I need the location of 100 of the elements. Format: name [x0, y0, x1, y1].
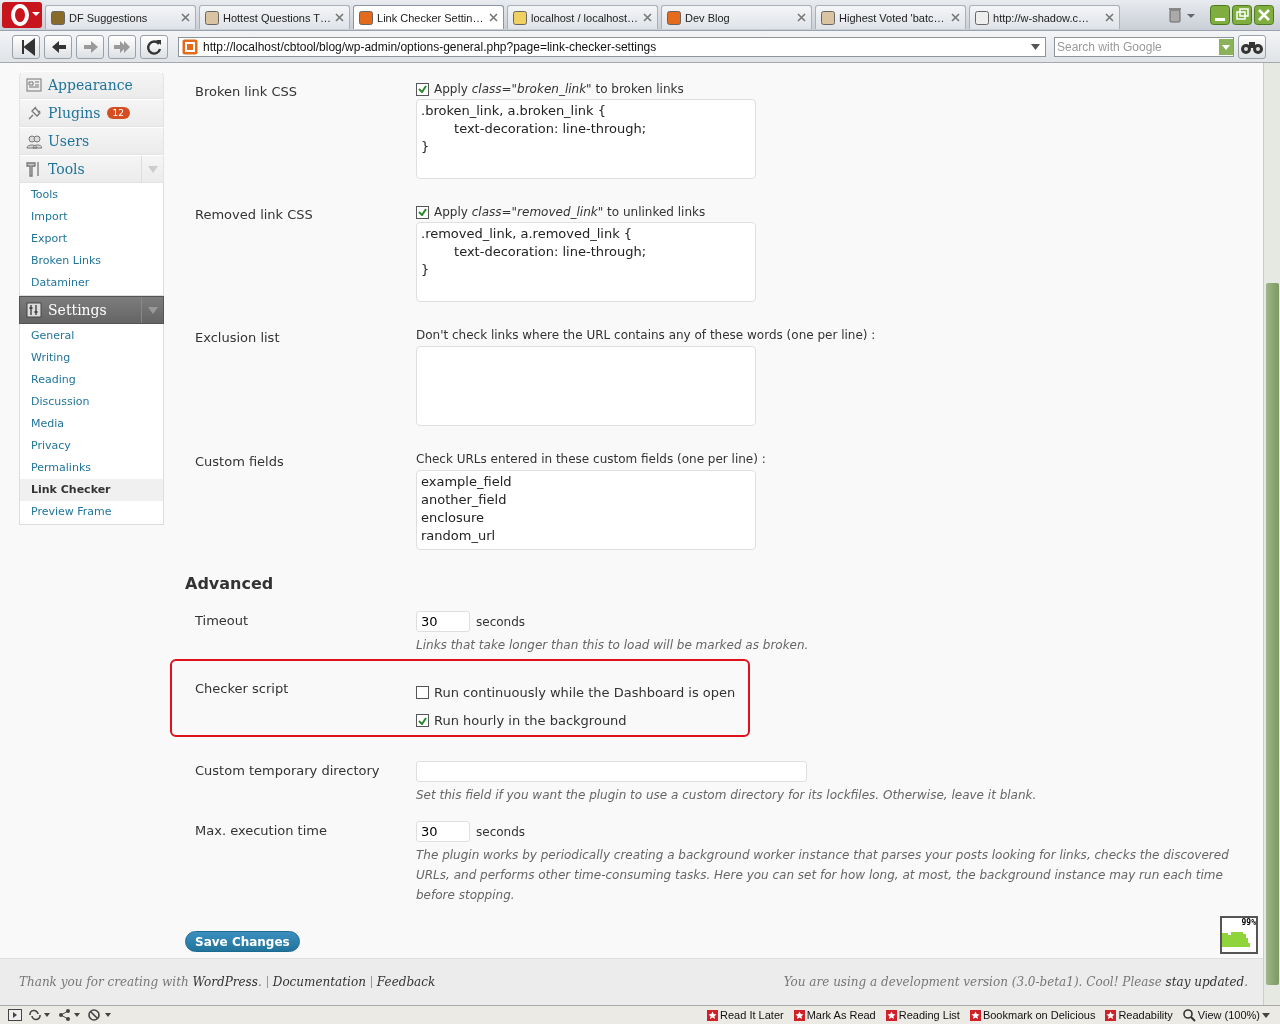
- sidebar-menu-item[interactable]: Tools: [19, 155, 164, 183]
- submenu-item[interactable]: Dataminer: [20, 272, 163, 294]
- setting-label: Max. execution time: [194, 822, 328, 840]
- setting-label: Custom temporary directory: [194, 762, 381, 780]
- update-count-badge: 12: [106, 107, 130, 119]
- submenu-item[interactable]: Privacy: [20, 435, 163, 457]
- sidebar-menu-item[interactable]: Appearance: [19, 71, 164, 99]
- submenu-item[interactable]: Broken Links: [20, 250, 163, 272]
- bookmarklet-button[interactable]: Readability: [1103, 1009, 1175, 1021]
- address-field[interactable]: http://localhost/cbtool/blog/wp-admin/options-general.php?page=link-checker-settings: [178, 36, 1046, 57]
- checkbox-label: Run hourly in the background: [434, 713, 627, 728]
- browser-tab[interactable]: Link Checker Settin…: [353, 5, 504, 29]
- footer-link[interactable]: Documentation: [272, 975, 366, 989]
- footer-link[interactable]: WordPress: [192, 975, 258, 989]
- checkbox-label: Apply class="removed_link" to unlinked links: [434, 205, 706, 219]
- checkbox[interactable]: [416, 205, 429, 219]
- sync-icon[interactable]: [28, 1009, 52, 1021]
- search-field[interactable]: Search with Google: [1054, 36, 1234, 57]
- page-icon: [821, 10, 835, 25]
- dropdown-icon: [1219, 38, 1233, 55]
- checkbox[interactable]: [416, 82, 429, 96]
- star-icon: [1105, 1009, 1117, 1021]
- dropdown-icon: [1031, 43, 1040, 50]
- submenu-item[interactable]: Writing: [20, 347, 163, 369]
- checkmark-icon: [418, 208, 427, 216]
- submenu-item[interactable]: Preview Frame: [20, 501, 163, 523]
- submenu-item[interactable]: Reading: [20, 369, 163, 391]
- blocked-icon[interactable]: [88, 1009, 114, 1021]
- close-icon[interactable]: [181, 13, 190, 22]
- meter-reading: 99%: [1241, 918, 1256, 927]
- page-icon: [975, 10, 989, 25]
- submenu-item[interactable]: Import: [20, 206, 163, 228]
- rewind-button[interactable]: [12, 34, 40, 59]
- close-icon[interactable]: [1105, 13, 1114, 22]
- close-icon[interactable]: [1254, 5, 1274, 25]
- back-button[interactable]: [44, 34, 72, 59]
- setting-label: Removed link CSS: [194, 206, 314, 224]
- page-icon: [51, 10, 65, 25]
- dropdown-icon: [1262, 1012, 1270, 1018]
- browser-tab[interactable]: Dev Blog: [661, 5, 812, 29]
- sidebar-menu-item[interactable]: Settings: [19, 296, 164, 324]
- number-field[interactable]: 30: [416, 821, 470, 842]
- bookmarklet-button[interactable]: Bookmark on Delicious: [967, 1009, 1098, 1021]
- text-field[interactable]: [416, 761, 807, 782]
- panel-toggle-icon[interactable]: [8, 1009, 22, 1021]
- bookmarklet-button[interactable]: Mark As Read: [791, 1009, 878, 1021]
- checkmark-icon: [418, 716, 427, 725]
- close-icon[interactable]: [335, 13, 344, 22]
- submenu-item[interactable]: Discussion: [20, 391, 163, 413]
- browser-tab[interactable]: Hottest Questions T…: [199, 5, 350, 29]
- sidebar-menu-item[interactable]: Users: [19, 127, 164, 155]
- checkbox[interactable]: [416, 714, 429, 727]
- restore-icon[interactable]: [1232, 5, 1252, 25]
- footer-credit: Thank you for creating with WordPress.: [19, 975, 262, 989]
- browser-tab[interactable]: http://w-shadow.c…: [969, 5, 1120, 29]
- browser-logo-icon[interactable]: [2, 2, 42, 28]
- text-area-field[interactable]: [416, 346, 756, 426]
- tools-icon: [26, 161, 42, 177]
- page-icon: [205, 10, 219, 25]
- page-icon: [359, 10, 373, 25]
- submenu-item[interactable]: Permalinks: [20, 457, 163, 479]
- field-description: Don't check links where the URL contains any of these words (one per line) :: [416, 328, 876, 342]
- page-icon: [182, 38, 198, 55]
- save-changes-button[interactable]: Save Changes: [185, 931, 300, 952]
- css-code-field[interactable]: .removed_link, a.removed_link { text-decoration: line-through; }: [416, 222, 756, 302]
- page-icon: [667, 10, 681, 25]
- checkbox[interactable]: [416, 686, 429, 699]
- close-icon[interactable]: [797, 13, 806, 22]
- caret-icon: [147, 306, 158, 314]
- submenu-item[interactable]: Tools: [20, 184, 163, 206]
- css-code-field[interactable]: .broken_link, a.broken_link { text-decoration: line-through; }: [416, 99, 756, 179]
- text-area-field[interactable]: example_field another_field enclosure random_url: [416, 470, 756, 550]
- field-description: Links that take longer than this to load will be marked as broken.: [416, 637, 810, 654]
- close-icon[interactable]: [951, 13, 960, 22]
- sidebar-menu-item[interactable]: Plugins 12: [19, 99, 164, 127]
- submenu-item[interactable]: Media: [20, 413, 163, 435]
- share-icon[interactable]: [58, 1009, 82, 1021]
- browser-tab[interactable]: Highest Voted 'batc…: [815, 5, 966, 29]
- layout-icon: [26, 77, 42, 93]
- submenu-item[interactable]: General: [20, 325, 163, 347]
- number-field[interactable]: 30: [416, 611, 470, 632]
- trash-icon[interactable]: [1167, 7, 1197, 23]
- zoom-button[interactable]: View (100%): [1180, 1008, 1272, 1022]
- browser-tab[interactable]: localhost / localhost…: [507, 5, 658, 29]
- close-icon[interactable]: [643, 13, 652, 22]
- minimize-icon[interactable]: [1210, 5, 1230, 25]
- plug-icon: [26, 105, 42, 121]
- submenu-item[interactable]: Link Checker: [20, 479, 163, 501]
- search-button[interactable]: [1238, 34, 1266, 59]
- bookmarklet-button[interactable]: Read It Later: [705, 1009, 786, 1021]
- unit-label: seconds: [476, 824, 526, 839]
- bookmarklet-button[interactable]: Reading List: [883, 1009, 962, 1021]
- browser-tab[interactable]: DF Suggestions: [45, 5, 196, 29]
- reload-button[interactable]: [140, 34, 168, 59]
- scrollbar[interactable]: [1263, 63, 1280, 1005]
- footer-link[interactable]: stay updated: [1165, 975, 1245, 989]
- footer-link[interactable]: Feedback: [376, 975, 436, 989]
- close-icon[interactable]: [489, 13, 498, 22]
- submenu-item[interactable]: Export: [20, 228, 163, 250]
- checkmark-icon: [418, 85, 427, 93]
